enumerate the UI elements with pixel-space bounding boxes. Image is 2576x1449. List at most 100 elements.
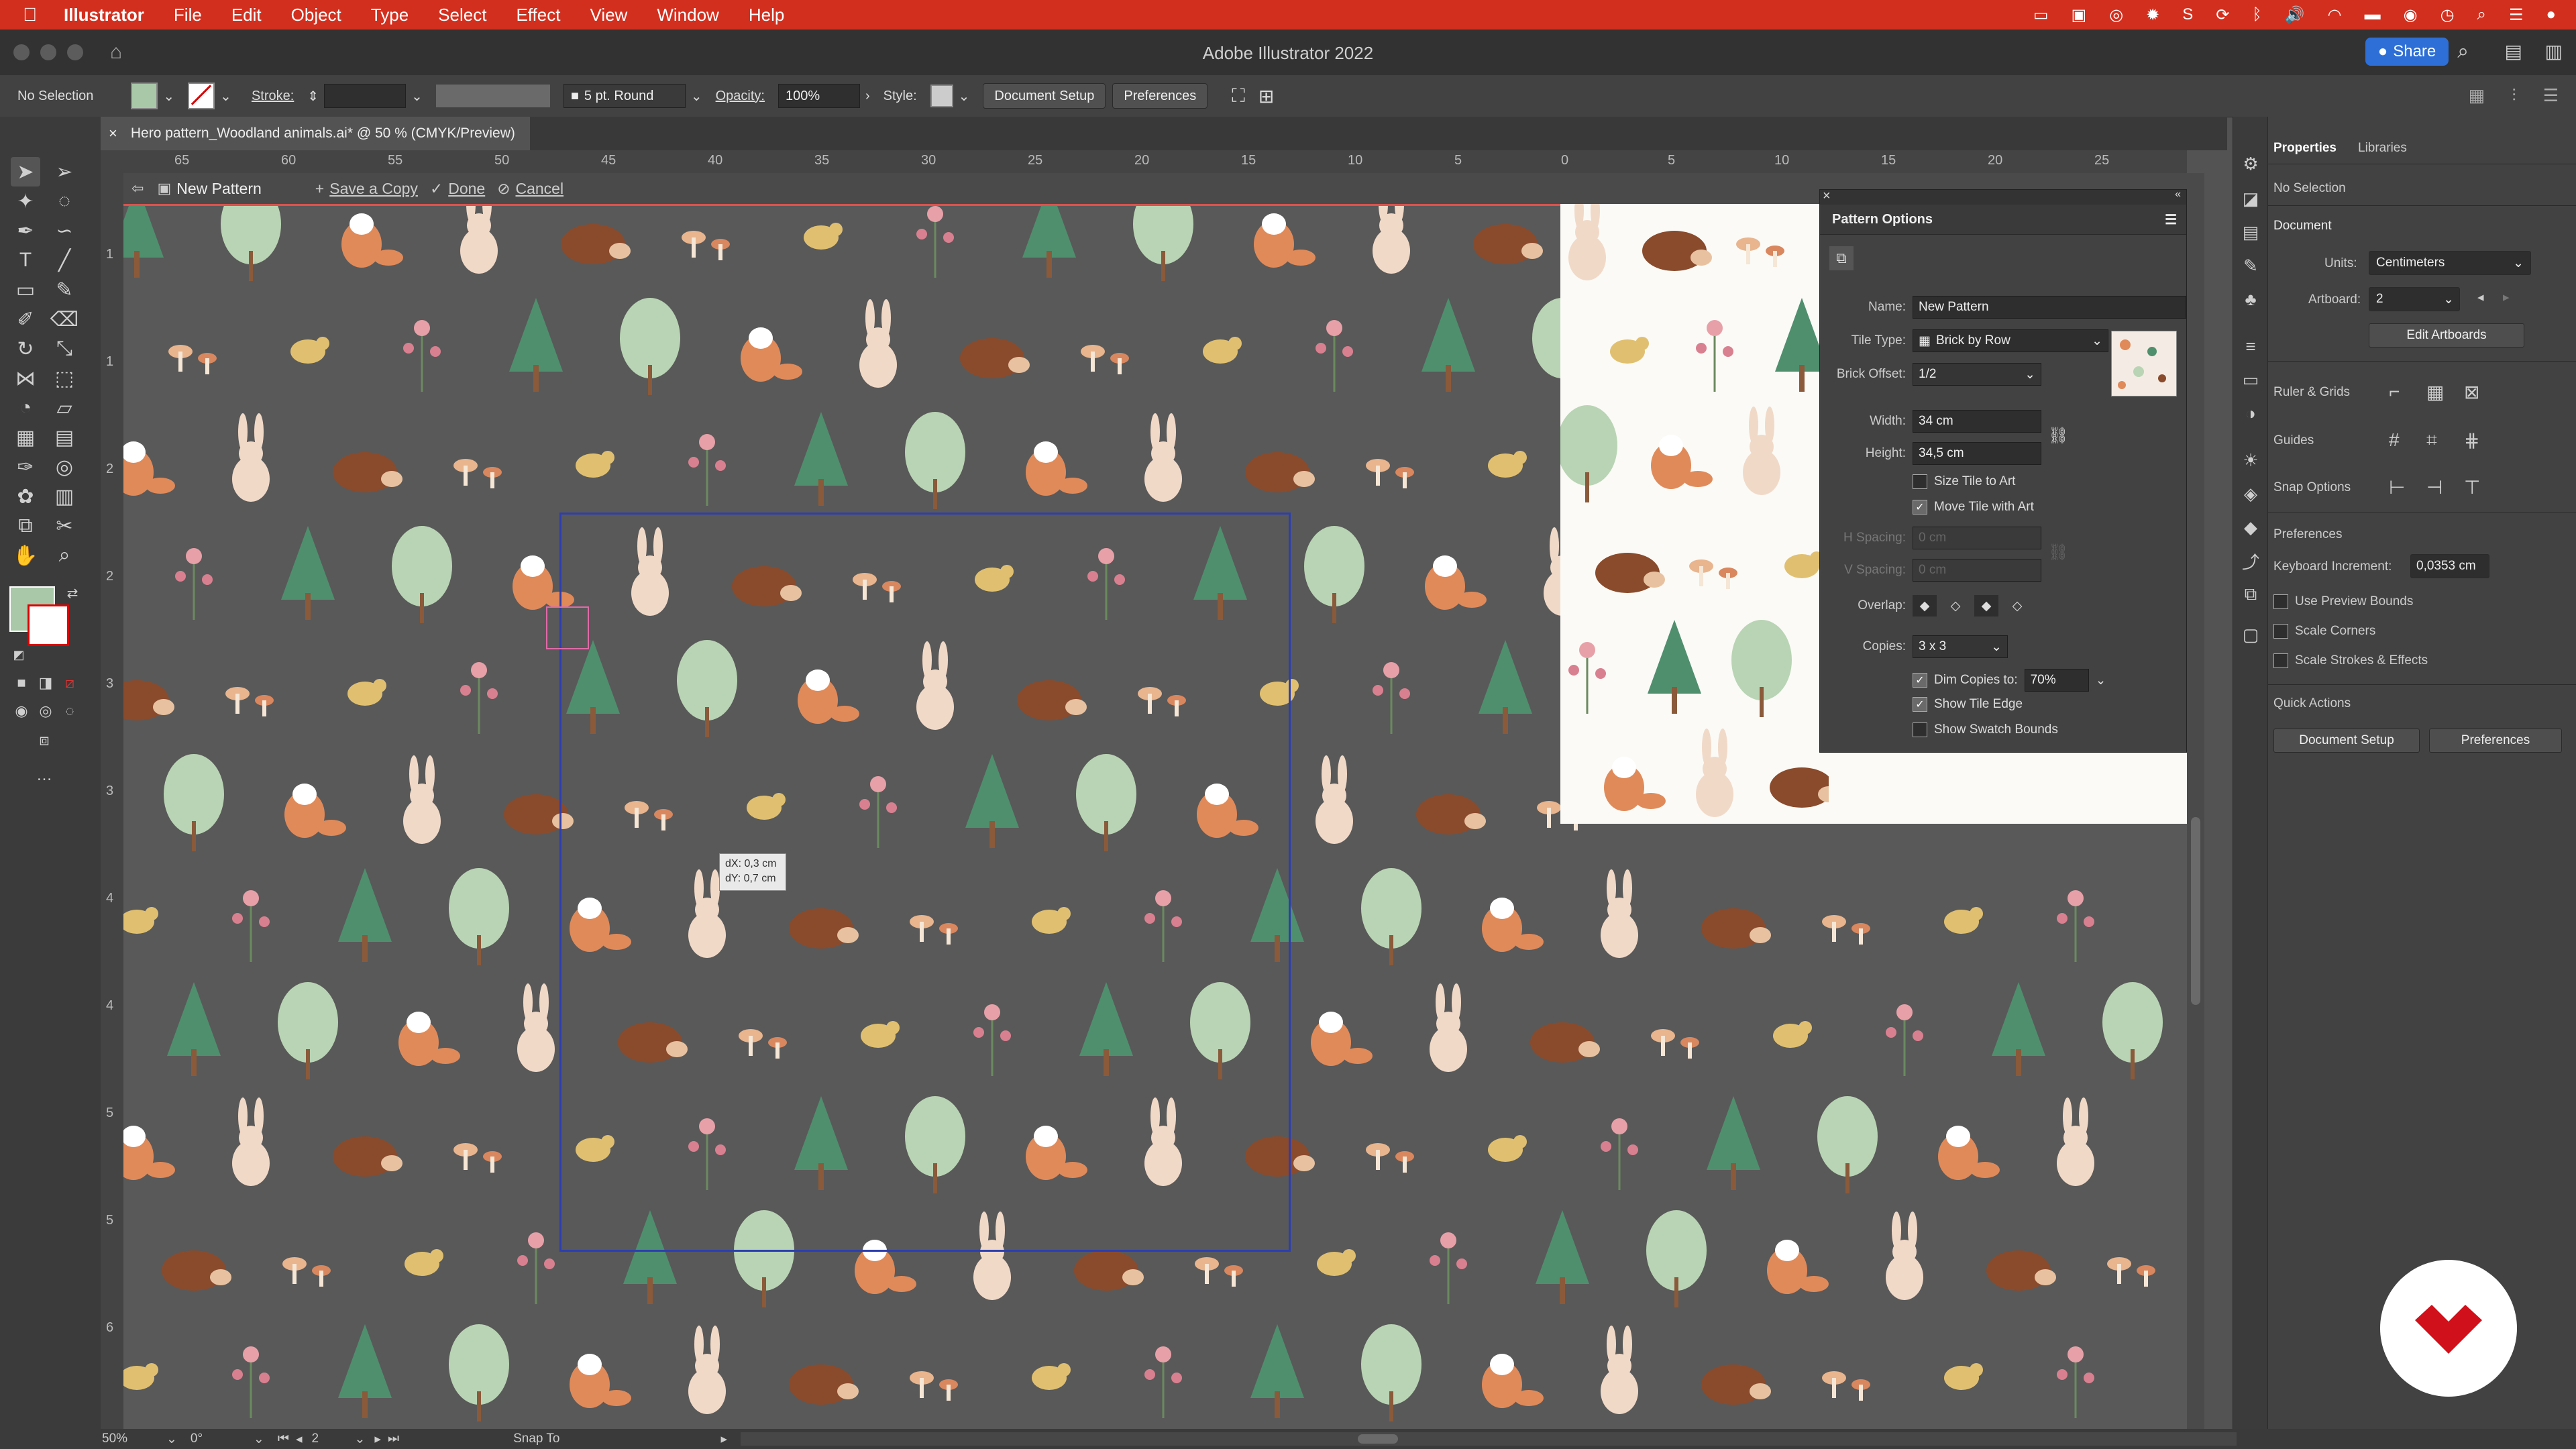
gear-icon[interactable]: ✹: [2146, 5, 2159, 25]
back-arrow-icon[interactable]: ⇦: [131, 180, 144, 197]
qa-document-setup-button[interactable]: Document Setup: [2273, 729, 2420, 753]
snap-to-pixel-icon[interactable]: ⊣: [2426, 476, 2443, 498]
search-icon[interactable]: ⌕: [2457, 40, 2469, 63]
clock-icon[interactable]: ◷: [2440, 5, 2455, 25]
screen-mode-icon[interactable]: ⧈: [30, 726, 59, 755]
transparency-icon[interactable]: ◑: [2236, 398, 2265, 428]
fill-swatch[interactable]: ⌄: [131, 83, 174, 109]
prev-artboard-icon[interactable]: ◂: [2477, 290, 2484, 305]
document-setup-button[interactable]: Document Setup: [983, 83, 1106, 109]
flag-icon[interactable]: ▬: [2365, 5, 2381, 24]
stroke-label[interactable]: Stroke:: [252, 89, 294, 104]
next-artboard-icon[interactable]: ▸: [374, 1432, 381, 1447]
pen-tool-icon[interactable]: ✒: [11, 216, 40, 246]
link-dimensions-icon[interactable]: ⛓: [2048, 426, 2068, 445]
done-button[interactable]: ✓ Done: [430, 180, 485, 198]
cancel-button[interactable]: ⊘ Cancel: [497, 180, 564, 198]
status-expand-icon[interactable]: ▸: [720, 1432, 727, 1447]
none-mode-icon[interactable]: ⧄: [55, 668, 85, 698]
selection-handle[interactable]: [546, 606, 589, 649]
comments-icon[interactable]: ▢: [2236, 620, 2265, 649]
tab-libraries[interactable]: Libraries: [2358, 141, 2407, 156]
rectangle-tool-icon[interactable]: ▭: [11, 275, 40, 305]
paintbrush-icon[interactable]: ✎: [50, 275, 79, 305]
stroke-color-swatch[interactable]: [28, 604, 69, 646]
dim-dropdown-icon[interactable]: ⌄: [2096, 673, 2106, 688]
scale-strokes-checkbox[interactable]: Scale Strokes & Effects: [2273, 653, 2428, 668]
prev-artboard-icon[interactable]: ◂: [296, 1432, 303, 1447]
move-tile-with-art-checkbox[interactable]: ✓ Move Tile with Art: [1913, 500, 2034, 515]
size-tile-to-art-checkbox[interactable]: Size Tile to Art: [1913, 474, 2015, 489]
ruler-icon[interactable]: ⌐: [2389, 381, 2400, 402]
show-tile-edge-checkbox[interactable]: ✓ Show Tile Edge: [1913, 697, 2023, 712]
dim-copies-checkbox[interactable]: ✓ Dim Copies to: 70% ⌄: [1913, 669, 2106, 692]
opacity-label[interactable]: Opacity:: [716, 89, 765, 104]
share-button[interactable]: ● Share: [2365, 38, 2449, 66]
h-scroll-thumb[interactable]: [1358, 1434, 1399, 1444]
magic-wand-icon[interactable]: ✦: [11, 186, 40, 216]
artboard-dropdown-icon[interactable]: ⌄: [355, 1432, 366, 1447]
snap-to-point-icon[interactable]: ⊢: [2389, 476, 2405, 498]
search-icon[interactable]: ⌕: [2477, 5, 2486, 24]
libraries-icon[interactable]: ▤: [2236, 217, 2265, 247]
menu-type[interactable]: Type: [371, 5, 409, 25]
creative-cloud-icon[interactable]: ◎: [2109, 5, 2123, 25]
direct-selection-tool-icon[interactable]: ➢: [50, 157, 79, 186]
use-preview-bounds-checkbox[interactable]: Use Preview Bounds: [2273, 594, 2413, 609]
hand-tool-icon[interactable]: ✋: [11, 541, 40, 570]
menu-help[interactable]: Help: [749, 5, 784, 25]
wifi-icon[interactable]: ◠: [2328, 5, 2342, 25]
eraser-icon[interactable]: ⌫: [50, 305, 79, 334]
default-colors-icon[interactable]: ◩: [4, 640, 34, 669]
display-icon[interactable]: ▣: [2072, 5, 2087, 25]
preferences-button[interactable]: Preferences: [1112, 83, 1208, 109]
type-tool-icon[interactable]: T: [11, 246, 40, 275]
menu-window[interactable]: Window: [657, 5, 718, 25]
zoom-dropdown-icon[interactable]: ⌄: [166, 1432, 177, 1447]
shaper-tool-icon[interactable]: ✐: [11, 305, 40, 334]
mesh-tool-icon[interactable]: ▦: [11, 423, 40, 452]
dim-value-field[interactable]: 70%: [2024, 669, 2089, 692]
variable-width-profile[interactable]: [435, 85, 550, 107]
transform-icon[interactable]: ⛶: [1232, 85, 1245, 107]
perspective-grid-icon[interactable]: ▱: [50, 393, 79, 423]
menu-file[interactable]: File: [174, 5, 202, 25]
line-tool-icon[interactable]: ╱: [50, 246, 79, 275]
artboard-tool-icon[interactable]: ⧉: [11, 511, 40, 541]
next-artboard-icon[interactable]: ▸: [2503, 290, 2510, 305]
first-artboard-icon[interactable]: ⏮: [278, 1432, 289, 1446]
right-in-front-icon[interactable]: ◇: [1943, 595, 1968, 616]
tab-properties[interactable]: Properties: [2273, 141, 2337, 156]
document-tab[interactable]: × Hero pattern_Woodland animals.ai* @ 50…: [101, 117, 530, 150]
copies-select[interactable]: 3 x 3 ⌄: [1913, 635, 2008, 658]
skype-icon[interactable]: S: [2182, 5, 2193, 24]
status-info[interactable]: Snap To: [513, 1432, 559, 1446]
vertical-scrollbar[interactable]: [2187, 173, 2204, 1429]
arrange-icon[interactable]: ▥: [2545, 40, 2563, 62]
smart-guides-icon[interactable]: ⋕: [2464, 429, 2479, 451]
name-field[interactable]: New Pattern: [1913, 296, 2186, 319]
zoom-field[interactable]: 50%: [102, 1432, 162, 1446]
gradient-panel-icon[interactable]: ▭: [2236, 365, 2265, 394]
align-icon[interactable]: ⊞: [1258, 85, 1274, 107]
menu-view[interactable]: View: [590, 5, 627, 25]
brick-offset-select[interactable]: 1/2 ⌄: [1913, 363, 2041, 386]
slice-tool-icon[interactable]: ✂: [50, 511, 79, 541]
learn-icon[interactable]: ⚙: [2236, 149, 2265, 178]
export-icon[interactable]: ⤴: [2236, 546, 2265, 576]
zoom-tool-icon[interactable]: ⌕: [50, 541, 79, 570]
symbol-sprayer-icon[interactable]: ✿: [11, 482, 40, 511]
curvature-tool-icon[interactable]: ∽: [50, 216, 79, 246]
panel-menu-icon[interactable]: ☰: [2165, 211, 2177, 228]
panel-options-icon[interactable]: ⫶: [2512, 85, 2516, 107]
top-in-front-icon[interactable]: ◆: [1974, 595, 1998, 616]
vertical-ruler[interactable]: 1 1 2 2 3 3 4 4 5 5 6: [101, 173, 124, 1429]
symbols-icon[interactable]: ♣: [2236, 284, 2265, 314]
width-field[interactable]: 34 cm: [1913, 410, 2041, 433]
edit-artboards-button[interactable]: Edit Artboards: [2369, 323, 2524, 347]
close-panel-icon[interactable]: ×: [1823, 189, 1831, 204]
menu-icon[interactable]: ☰: [2543, 85, 2559, 107]
show-guides-icon[interactable]: #: [2389, 429, 2400, 451]
last-artboard-icon[interactable]: ⏭: [388, 1432, 399, 1446]
pattern-tile-bounds[interactable]: [559, 513, 1291, 1252]
